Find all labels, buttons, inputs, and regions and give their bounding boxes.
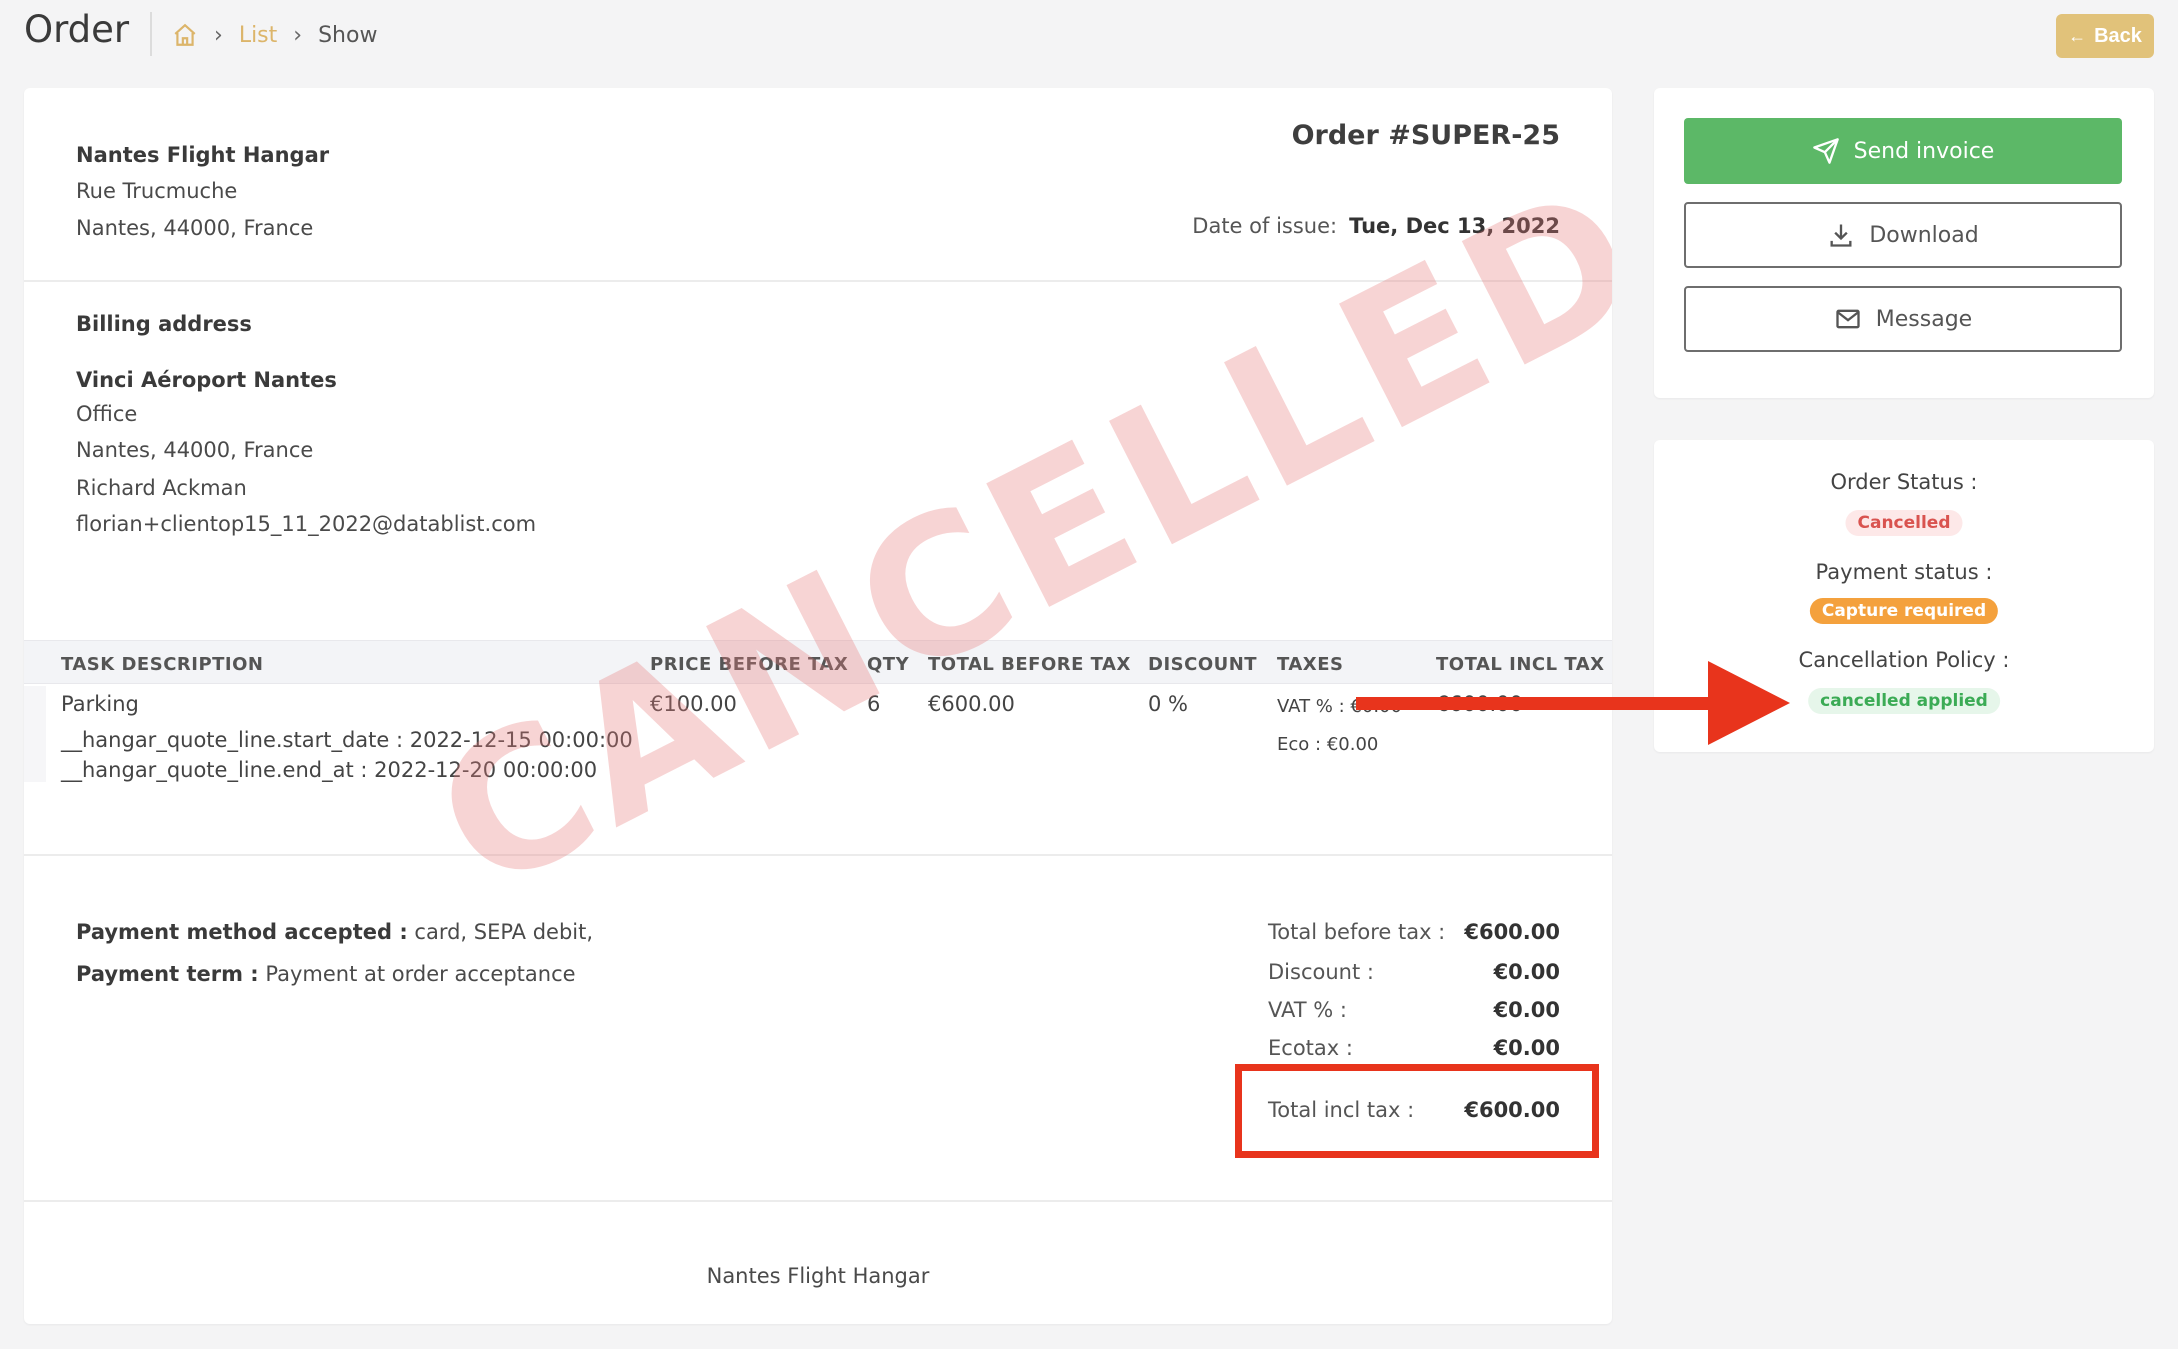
payment-term: Payment term : Payment at order acceptan… (76, 962, 576, 986)
table-header: TASK DESCRIPTION PRICE BEFORE TAX QTY TO… (24, 640, 1612, 684)
total-before-tax-label: Total before tax : (1268, 920, 1446, 944)
order-status-label: Order Status : (1830, 470, 1978, 494)
date-of-issue: Date of issue: Tue, Dec 13, 2022 (1192, 214, 1560, 238)
download-icon (1830, 224, 1852, 247)
tax-eco-value: €0.00 (1326, 734, 1379, 755)
th-price-before-tax: PRICE BEFORE TAX (650, 654, 849, 675)
billing-heading: Billing address (76, 312, 252, 336)
send-invoice-button[interactable]: Send invoice (1684, 118, 2122, 184)
discount-label: Discount : (1268, 960, 1374, 984)
arrow-left-icon: ← (2068, 25, 2087, 46)
payment-method-label: Payment method accepted : (76, 920, 408, 944)
th-qty: QTY (867, 654, 910, 675)
billing-line1: Office (76, 402, 138, 426)
payment-status-badge: Capture required (1809, 598, 1999, 624)
row-description: Parking (61, 692, 139, 716)
tax-eco-label: Eco : (1277, 734, 1322, 755)
order-number: Order #SUPER-25 (1291, 120, 1560, 151)
billing-city: Nantes, 44000, France (76, 438, 314, 462)
back-button[interactable]: ← Back (2056, 14, 2154, 58)
row-price: €100.00 (650, 692, 737, 716)
header-divider (150, 12, 152, 56)
breadcrumb-list-link[interactable]: List (239, 23, 277, 48)
th-discount: DISCOUNT (1148, 654, 1258, 675)
send-icon (1812, 138, 1839, 164)
date-label: Date of issue: (1192, 214, 1338, 238)
cancelled-watermark: CANCELLED (404, 140, 1612, 935)
home-icon[interactable] (172, 22, 198, 48)
billing-name: Vinci Aéroport Nantes (76, 368, 337, 392)
row-discount: 0 % (1148, 692, 1188, 716)
date-value: Tue, Dec 13, 2022 (1349, 214, 1560, 238)
payment-term-label: Payment term : (76, 962, 259, 986)
tax-vat-label: VAT % : (1277, 696, 1345, 717)
discount-value: €0.00 (1493, 960, 1560, 984)
annotation-arrow-head (1708, 661, 1790, 745)
total-before-tax-value: €600.00 (1464, 920, 1560, 944)
seller-name: Nantes Flight Hangar (76, 143, 330, 167)
row-indicator (24, 686, 46, 782)
row-meta-start: __hangar_quote_line.start_date : 2022-12… (61, 728, 633, 752)
seller-street: Rue Trucmuche (76, 179, 238, 203)
cancellation-policy-badge: cancelled applied (1808, 688, 2000, 714)
annotation-highlight-box (1235, 1064, 1599, 1158)
download-button[interactable]: Download (1684, 202, 2122, 268)
divider (24, 854, 1612, 856)
page-title: Order (24, 8, 130, 51)
ecotax-value: €0.00 (1493, 1036, 1560, 1060)
order-status-badge: Cancelled (1845, 510, 1963, 536)
vat-label: VAT % : (1268, 998, 1347, 1022)
breadcrumb-current: Show (318, 22, 378, 48)
mail-icon (1836, 309, 1860, 329)
download-label: Download (1869, 222, 1979, 248)
annotation-arrow-shaft (1356, 697, 1716, 710)
row-qty: 6 (867, 692, 881, 716)
actions-card: Send invoice Download Message (1654, 88, 2154, 398)
ecotax-label: Ecotax : (1268, 1036, 1353, 1060)
divider (24, 280, 1612, 282)
th-total-before-tax: TOTAL BEFORE TAX (928, 654, 1131, 675)
th-total-incl-tax: TOTAL INCL TAX (1436, 654, 1605, 675)
send-invoice-label: Send invoice (1853, 138, 1995, 164)
row-meta-end: __hangar_quote_line.end_at : 2022-12-20 … (61, 758, 598, 782)
page-header: Order › List › Show ← Back (0, 0, 2178, 70)
vat-value: €0.00 (1493, 998, 1560, 1022)
payment-method: Payment method accepted : card, SEPA deb… (76, 920, 593, 944)
billing-contact: Richard Ackman (76, 476, 247, 500)
message-button[interactable]: Message (1684, 286, 2122, 352)
row-tax-eco: Eco : €0.00 (1277, 734, 1378, 755)
chevron-right-icon: › (293, 22, 303, 48)
th-task-description: TASK DESCRIPTION (61, 654, 264, 675)
row-total-before: €600.00 (928, 692, 1015, 716)
payment-term-value: Payment at order acceptance (265, 962, 576, 986)
back-button-label: Back (2094, 24, 2142, 47)
seller-city: Nantes, 44000, France (76, 216, 314, 240)
invoice-footer: Nantes Flight Hangar (706, 1264, 930, 1288)
billing-email: florian+clientop15_11_2022@datablist.com (76, 512, 537, 536)
payment-method-value: card, SEPA debit, (414, 920, 594, 944)
payment-status-label: Payment status : (1815, 560, 1993, 584)
chevron-right-icon: › (214, 22, 223, 48)
breadcrumb: › List › Show (172, 22, 377, 48)
th-taxes: TAXES (1277, 654, 1344, 675)
divider (24, 1200, 1612, 1202)
message-label: Message (1875, 306, 1973, 332)
